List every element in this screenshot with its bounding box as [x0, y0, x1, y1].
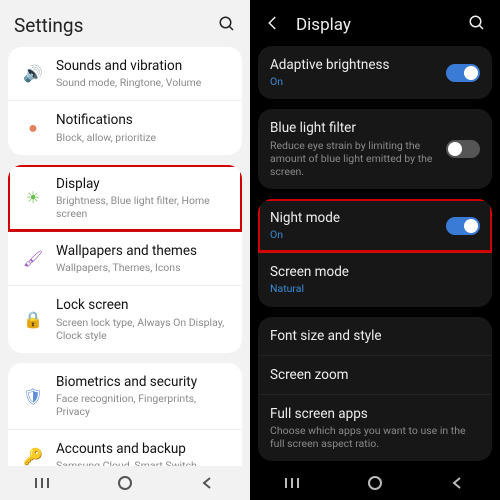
row-subtitle: Brightness, Blue light filter, Home scre… [56, 194, 230, 220]
row-label: Screen zoom [270, 367, 480, 383]
display-group: Adaptive brightness On [258, 46, 492, 99]
toggle-switch[interactable] [446, 217, 480, 235]
row-label: Adaptive brightness [270, 57, 438, 73]
back-button[interactable] [198, 473, 218, 493]
settings-row-biometrics-and-security[interactable]: 🛡 Biometrics and security Face recognition… [8, 363, 242, 429]
row-subtitle: Screen lock type, Always On Display, Clo… [56, 316, 230, 342]
settings-row-lock-screen[interactable]: 🔒 Lock screen Screen lock type, Always On … [8, 285, 242, 352]
display-list: Adaptive brightness On Blue light filter Re… [250, 46, 500, 466]
display-row-screen-mode[interactable]: Screen mode Natural [258, 252, 492, 306]
settings-row-accounts-and-backup[interactable]: 🔑 Accounts and backup Samsung Cloud, Smart… [8, 429, 242, 466]
row-subtitle: Face recognition, Fingerprints, Privacy [56, 392, 230, 418]
settings-row-display[interactable]: ☀ Display Brightness, Blue light filter, H… [8, 165, 242, 231]
nav-bar [0, 466, 250, 500]
display-icon: ☀ [20, 188, 46, 207]
display-row-font-size-and-style[interactable]: Font size and style [258, 317, 492, 355]
display-row-night-mode[interactable]: Night mode On [258, 199, 492, 252]
display-row-adaptive-brightness[interactable]: Adaptive brightness On [258, 46, 492, 99]
row-label: Lock screen [56, 297, 230, 313]
home-button[interactable] [115, 473, 135, 493]
display-group: Font size and style Screen zoom Full scree… [258, 317, 492, 462]
settings-group: ☀ Display Brightness, Blue light filter, H… [8, 165, 242, 353]
settings-header: Settings [0, 0, 250, 47]
settings-group: 🔊 Sounds and vibration Sound mode, Rington… [8, 47, 242, 155]
shield-icon: 🛡 [20, 387, 46, 406]
row-label: Notifications [56, 112, 230, 128]
back-button[interactable] [448, 473, 468, 493]
settings-group: 🛡 Biometrics and security Face recognition… [8, 363, 242, 466]
row-label: Sounds and vibration [56, 58, 230, 74]
search-icon[interactable] [218, 15, 236, 37]
display-group: Blue light filter Reduce eye strain by li… [258, 109, 492, 189]
page-title: Display [296, 15, 351, 35]
display-settings-pane: Display Adaptive brightness On Blue light … [250, 0, 500, 500]
row-label: Wallpapers and themes [56, 243, 230, 259]
key-icon: 🔑 [20, 447, 46, 466]
row-subtitle: On [270, 228, 438, 241]
row-subtitle: Sound mode, Ringtone, Volume [56, 76, 230, 89]
row-subtitle: Natural [270, 282, 480, 295]
display-group: Night mode On Screen mode Natural [258, 199, 492, 307]
display-row-blue-light-filter[interactable]: Blue light filter Reduce eye strain by li… [258, 109, 492, 189]
row-label: Display [56, 176, 230, 192]
nav-bar [250, 466, 500, 500]
display-row-full-screen-apps[interactable]: Full screen apps Choose which apps you wa… [258, 394, 492, 461]
volume-icon: 🔊 [20, 64, 46, 83]
row-label: Night mode [270, 210, 438, 226]
settings-list: 🔊 Sounds and vibration Sound mode, Rington… [0, 47, 250, 466]
row-label: Screen mode [270, 264, 480, 280]
back-icon[interactable] [264, 14, 282, 36]
page-title: Settings [14, 14, 83, 37]
row-subtitle: Block, allow, prioritize [56, 131, 230, 144]
home-button[interactable] [365, 473, 385, 493]
row-subtitle: Choose which apps you want to use in the… [270, 424, 480, 450]
recent-apps-button[interactable] [32, 473, 52, 493]
theme-icon: 🖌 [20, 249, 46, 268]
row-label: Biometrics and security [56, 374, 230, 390]
display-header: Display [250, 0, 500, 46]
notify-icon: ● [20, 118, 46, 138]
row-label: Blue light filter [270, 120, 438, 136]
settings-row-wallpapers-and-themes[interactable]: 🖌 Wallpapers and themes Wallpapers, Themes… [8, 231, 242, 285]
row-label: Full screen apps [270, 406, 480, 422]
toggle-switch[interactable] [446, 140, 480, 158]
row-subtitle: Wallpapers, Themes, Icons [56, 261, 230, 274]
recent-apps-button[interactable] [282, 473, 302, 493]
display-row-screen-zoom[interactable]: Screen zoom [258, 355, 492, 394]
search-icon[interactable] [468, 14, 486, 36]
settings-row-sounds-and-vibration[interactable]: 🔊 Sounds and vibration Sound mode, Rington… [8, 47, 242, 100]
toggle-switch[interactable] [446, 64, 480, 82]
settings-pane: Settings 🔊 Sounds and vibration Sound mode… [0, 0, 250, 500]
lock-icon: 🔒 [20, 310, 46, 329]
row-label: Accounts and backup [56, 441, 230, 457]
settings-row-notifications[interactable]: ● Notifications Block, allow, prioritize [8, 100, 242, 154]
row-subtitle: On [270, 75, 438, 88]
row-subtitle: Samsung Cloud, Smart Switch [56, 459, 230, 466]
row-label: Font size and style [270, 328, 480, 344]
row-subtitle: Reduce eye strain by limiting the amount… [270, 139, 438, 178]
